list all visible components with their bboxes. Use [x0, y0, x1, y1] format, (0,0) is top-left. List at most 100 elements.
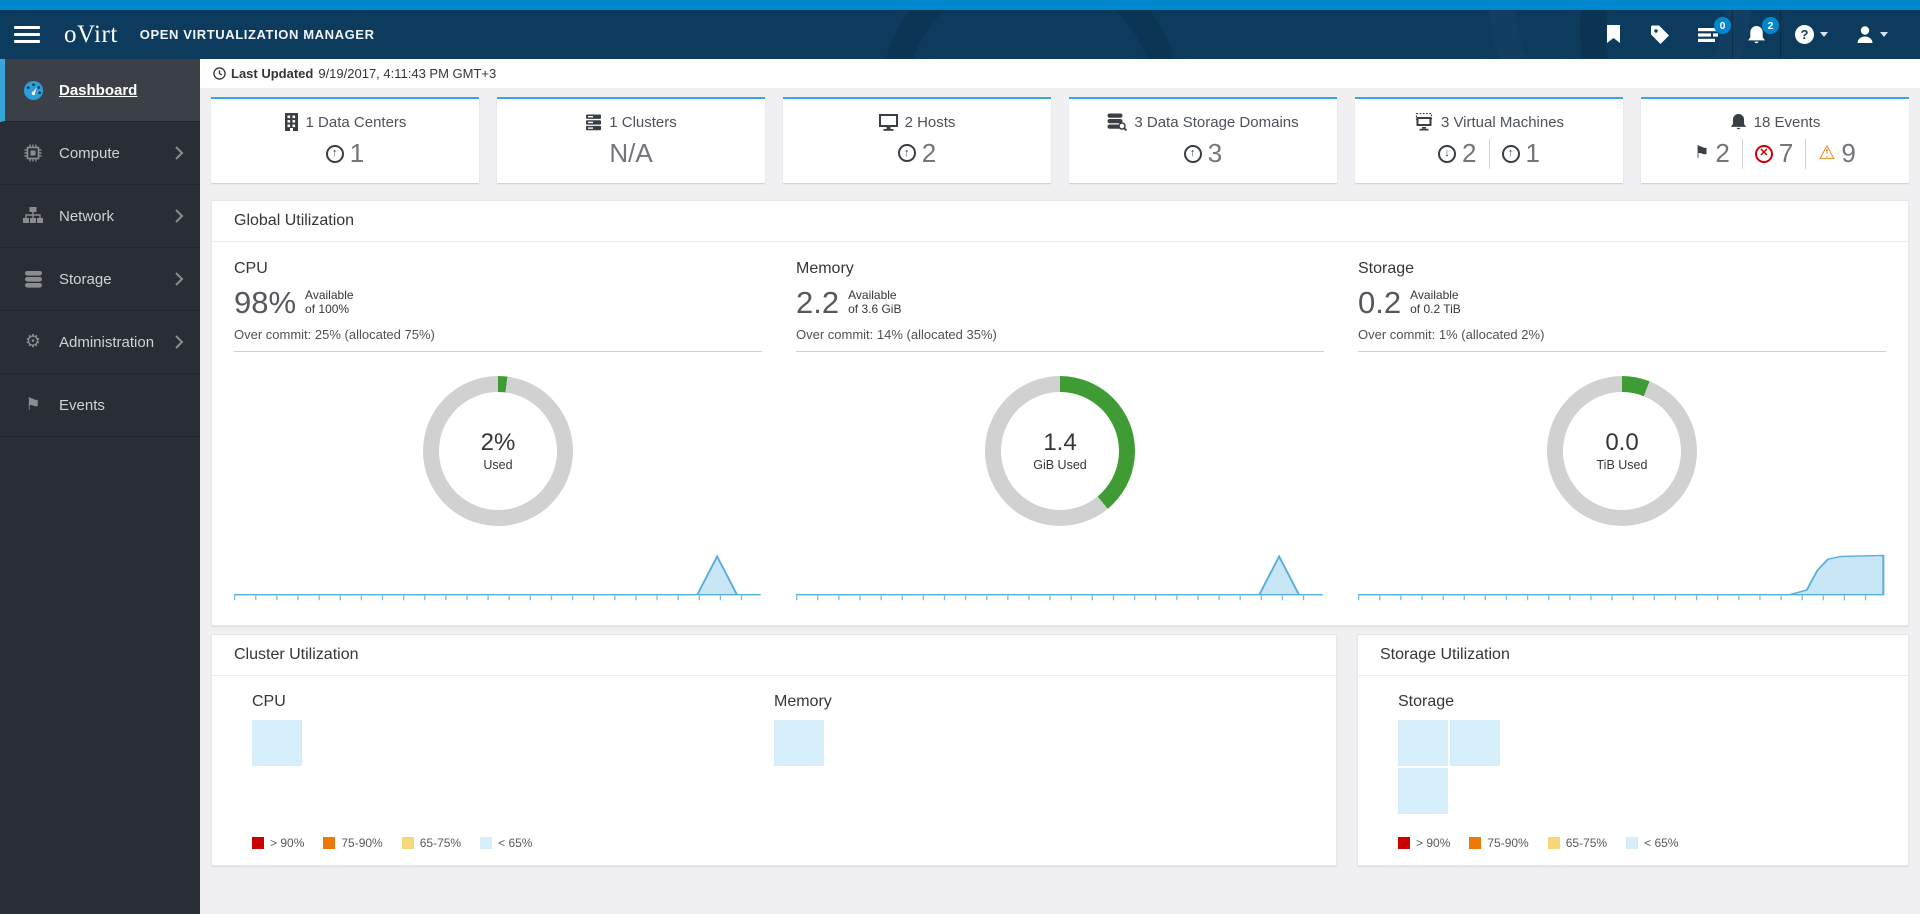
cpu-sparkline-chart[interactable] — [234, 548, 762, 604]
value-divider — [1741, 138, 1743, 169]
legend-swatch-65-75 — [401, 837, 414, 849]
compute-chip-icon — [21, 143, 45, 163]
user-menu[interactable] — [1842, 10, 1902, 59]
sidebar-item-dashboard[interactable]: Dashboard — [0, 59, 200, 122]
down-count: 2 — [1462, 138, 1477, 168]
clusters-icon — [586, 114, 602, 130]
global-utilization-panel: Global Utilization CPU 98% Available of … — [211, 200, 1909, 626]
up-count: 1 — [349, 138, 365, 168]
building-icon — [284, 113, 298, 131]
available-of: of 100% — [305, 302, 350, 317]
storage-disks-icon — [21, 270, 45, 289]
card-events[interactable]: 18 Events ⚑ 2 ✕ 7 ⚠ 9 — [1641, 97, 1909, 183]
chevron-down-icon — [1880, 32, 1888, 37]
dashboard-gauge-icon — [21, 80, 45, 101]
dashboard-content: Last Updated 9/19/2017, 4:11:43 PM GMT+3 — [200, 59, 1920, 914]
sidebar-item-label: Events — [59, 396, 105, 414]
card-data-centers[interactable]: 1 Data Centers ↑ 1 — [211, 97, 479, 183]
heatmap-label-storage: Storage — [1398, 693, 1455, 710]
card-hosts[interactable]: 2 Hosts ↑ 2 — [783, 97, 1051, 183]
available-label: Available — [1410, 288, 1459, 302]
alert-count: 2 — [1715, 138, 1730, 168]
sidebar-item-label: Dashboard — [59, 81, 138, 99]
up-count: 1 — [1525, 138, 1540, 168]
na-value: N/A — [609, 137, 653, 168]
legend-label: 65-75% — [419, 836, 462, 850]
flag-icon: ⚑ — [1694, 143, 1710, 163]
donut-value: 2% — [480, 429, 516, 457]
donut-label: TiB Used — [1596, 458, 1648, 473]
tag-icon[interactable] — [1636, 10, 1684, 59]
legend-label: 75-90% — [1487, 836, 1529, 850]
sidebar-item-storage[interactable]: Storage — [0, 248, 200, 311]
heatmap-label-memory: Memory — [774, 693, 832, 710]
user-icon — [1857, 26, 1873, 43]
storage-heatmap-cell[interactable] — [1450, 720, 1500, 766]
top-accent-strip — [0, 0, 1920, 10]
sidebar-item-network[interactable]: Network — [0, 185, 200, 248]
sidebar-item-compute[interactable]: Compute — [0, 122, 200, 185]
available-label: Available — [305, 288, 354, 302]
memory-donut-chart[interactable]: 1.4 GiB Used — [985, 375, 1135, 526]
legend-swatch-75-90 — [323, 837, 336, 849]
donut-label: GiB Used — [1033, 458, 1087, 473]
warning-count: 9 — [1841, 138, 1856, 168]
notifications-bell-icon[interactable]: 2 — [1733, 10, 1780, 59]
storage-heatmap-cell[interactable] — [1398, 768, 1448, 814]
cluster-memory-heatmap-cell[interactable] — [774, 720, 824, 766]
ovirt-logo[interactable]: oVirt — [64, 21, 118, 49]
card-storage-domains[interactable]: 3 Data Storage Domains ↑ 3 — [1069, 97, 1337, 183]
masthead-subtitle: OPEN VIRTUALIZATION MANAGER — [139, 27, 375, 42]
value-divider — [1488, 138, 1490, 169]
storage-heatmap-cell[interactable] — [1398, 720, 1448, 766]
tasks-icon[interactable]: 0 — [1684, 10, 1732, 59]
panel-title: Storage Utilization — [1358, 635, 1908, 676]
overcommit-text: Over commit: 14% (allocated 35%) — [796, 326, 997, 342]
cluster-cpu-heatmap-cell[interactable] — [252, 720, 302, 766]
help-menu[interactable]: ? — [1781, 10, 1842, 59]
bookmark-icon[interactable] — [1591, 10, 1636, 59]
divider — [1358, 350, 1886, 352]
card-virtual-machines[interactable]: 3 Virtual Machines ↓ 2 ↑ 1 — [1355, 97, 1623, 183]
arrow-circle-up-icon: ↑ — [897, 144, 916, 162]
legend-swatch-65-75 — [1547, 837, 1560, 849]
storage-donut-chart[interactable]: 0.0 TiB Used — [1547, 375, 1697, 526]
storage-utilization-column: Storage 0.2 Available of 0.2 TiB Over co… — [1358, 260, 1886, 609]
sidebar-item-events[interactable]: ⚑ Events — [0, 374, 200, 437]
card-title: 2 Hosts — [904, 113, 956, 131]
clock-icon — [213, 67, 226, 80]
sidebar-item-administration[interactable]: ⚙ Administration — [0, 311, 200, 374]
sidebar-item-label: Network — [59, 207, 115, 225]
ovirt-dashboard: oVirt OPEN VIRTUALIZATION MANAGER 0 2 ? … — [0, 0, 1920, 914]
error-count: 7 — [1778, 138, 1794, 168]
storage-sparkline-chart[interactable] — [1358, 548, 1886, 604]
legend-label: > 90% — [1416, 836, 1451, 850]
chevron-right-icon — [174, 208, 184, 224]
menu-toggle-icon[interactable] — [14, 26, 40, 43]
available-label: Available — [848, 288, 897, 302]
available-of: of 0.2 TiB — [1410, 302, 1461, 317]
cpu-donut-chart[interactable]: 2% Used — [423, 375, 573, 526]
sidebar-item-label: Storage — [59, 270, 112, 288]
available-of: of 3.6 GiB — [848, 302, 902, 317]
cpu-utilization-column: CPU 98% Available of 100% Over commit: 2… — [234, 260, 762, 609]
column-title: Memory — [796, 260, 854, 277]
card-title: 3 Data Storage Domains — [1134, 113, 1299, 131]
chevron-down-icon — [1820, 32, 1828, 37]
storage-utilization-panel: Storage Utilization Storage > 90% 75-90%… — [1357, 634, 1909, 866]
arrow-circle-up-icon: ↑ — [1501, 144, 1520, 163]
card-clusters[interactable]: 1 Clusters N/A — [497, 97, 765, 183]
card-title: 1 Data Centers — [305, 113, 407, 131]
legend-swatch-lt65 — [1626, 837, 1639, 849]
help-icon: ? — [1795, 25, 1814, 44]
chevron-right-icon — [174, 145, 184, 161]
memory-sparkline-chart[interactable] — [796, 548, 1324, 604]
legend-label: > 90% — [270, 836, 305, 850]
panel-title: Cluster Utilization — [212, 635, 1336, 676]
value-divider — [1805, 138, 1807, 169]
arrow-circle-up-icon: ↑ — [325, 144, 344, 163]
available-value: 98% — [234, 284, 297, 320]
chevron-right-icon — [174, 271, 184, 287]
legend-label: 65-75% — [1565, 836, 1608, 850]
overcommit-text: Over commit: 1% (allocated 2%) — [1358, 326, 1545, 342]
